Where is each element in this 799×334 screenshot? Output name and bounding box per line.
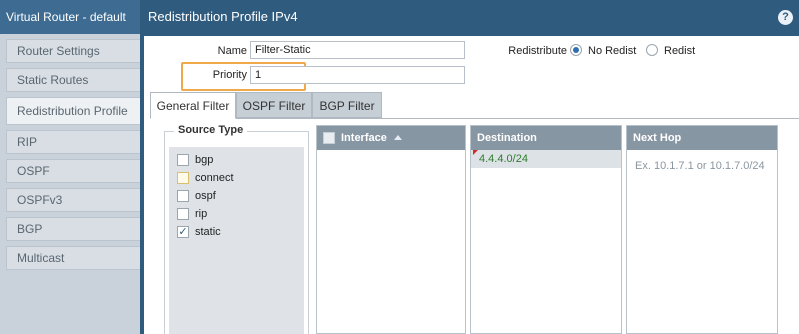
dialog-header: Redistribution Profile IPv4 ?: [140, 0, 799, 34]
redistribute-label: Redistribute: [508, 45, 567, 57]
name-label: Name: [217, 45, 247, 57]
nexthop-table: Next Hop Ex. 10.1.7.1 or 10.1.7.0/24: [626, 125, 778, 334]
modified-flag-icon: [473, 150, 478, 155]
connect-label: connect: [195, 172, 234, 184]
interface-header-label: Interface: [341, 132, 387, 144]
sort-ascending-icon: [393, 135, 402, 140]
ospf-label: ospf: [195, 190, 216, 202]
sidebar-item-redistribution-profile[interactable]: Redistribution Profile: [6, 97, 140, 125]
redist-label: Redist: [664, 45, 696, 57]
rip-label: rip: [195, 208, 208, 220]
source-type-fieldset: Source Type bgp connect ospf rip ✓ stati…: [164, 124, 309, 334]
virtual-router-sidebar: Virtual Router - default Router Settings…: [0, 0, 140, 334]
select-all-checkbox[interactable]: [323, 132, 335, 144]
source-type-legend: Source Type: [174, 124, 248, 136]
redist-radio[interactable]: [646, 44, 658, 56]
sidebar-item-bgp[interactable]: BGP: [6, 217, 140, 241]
dialog-body: Name Filter-Static Priority 1 Redistribu…: [144, 36, 799, 334]
ospf-checkbox[interactable]: [177, 190, 189, 202]
nexthop-header[interactable]: Next Hop: [627, 126, 777, 150]
name-input[interactable]: Filter-Static: [250, 41, 465, 59]
interface-header[interactable]: Interface: [317, 126, 465, 150]
help-icon[interactable]: ?: [778, 10, 793, 25]
destination-value: 4.4.4.0/24: [479, 153, 528, 165]
static-checkbox[interactable]: ✓: [177, 226, 189, 238]
sidebar-item-router-settings[interactable]: Router Settings: [6, 39, 140, 63]
sidebar-item-ospf[interactable]: OSPF: [6, 159, 140, 183]
no-redist-label: No Redist: [588, 45, 637, 57]
rip-checkbox[interactable]: [177, 208, 189, 220]
sidebar-title: Virtual Router - default: [0, 0, 140, 34]
nexthop-placeholder[interactable]: Ex. 10.1.7.1 or 10.1.7.0/24: [627, 150, 777, 172]
tab-bgp-filter[interactable]: BGP Filter: [312, 92, 382, 118]
connect-checkbox[interactable]: [177, 172, 189, 184]
redistribution-profile-dialog: Redistribution Profile IPv4 ? Name Filte…: [140, 0, 799, 334]
destination-row[interactable]: 4.4.4.0/24: [471, 150, 621, 168]
dialog-title: Redistribution Profile IPv4: [148, 9, 298, 24]
priority-label: Priority: [212, 69, 247, 81]
priority-input[interactable]: 1: [250, 66, 465, 84]
sidebar-item-static-routes[interactable]: Static Routes: [6, 68, 140, 92]
sidebar-item-rip[interactable]: RIP: [6, 130, 140, 154]
interface-table: Interface: [316, 125, 466, 334]
tab-ospf-filter[interactable]: OSPF Filter: [236, 92, 312, 118]
bgp-checkbox[interactable]: [177, 154, 189, 166]
static-label: static: [195, 226, 221, 238]
sidebar-item-multicast[interactable]: Multicast: [6, 246, 140, 270]
sidebar-item-ospfv3[interactable]: OSPFv3: [6, 188, 140, 212]
destination-header[interactable]: Destination: [471, 126, 621, 150]
source-type-list: bgp connect ospf rip ✓ static: [169, 147, 304, 334]
tab-general-filter[interactable]: General Filter: [150, 92, 236, 119]
no-redist-radio[interactable]: [570, 44, 582, 56]
bgp-label: bgp: [195, 154, 214, 166]
destination-table: Destination 4.4.4.0/24: [470, 125, 622, 334]
